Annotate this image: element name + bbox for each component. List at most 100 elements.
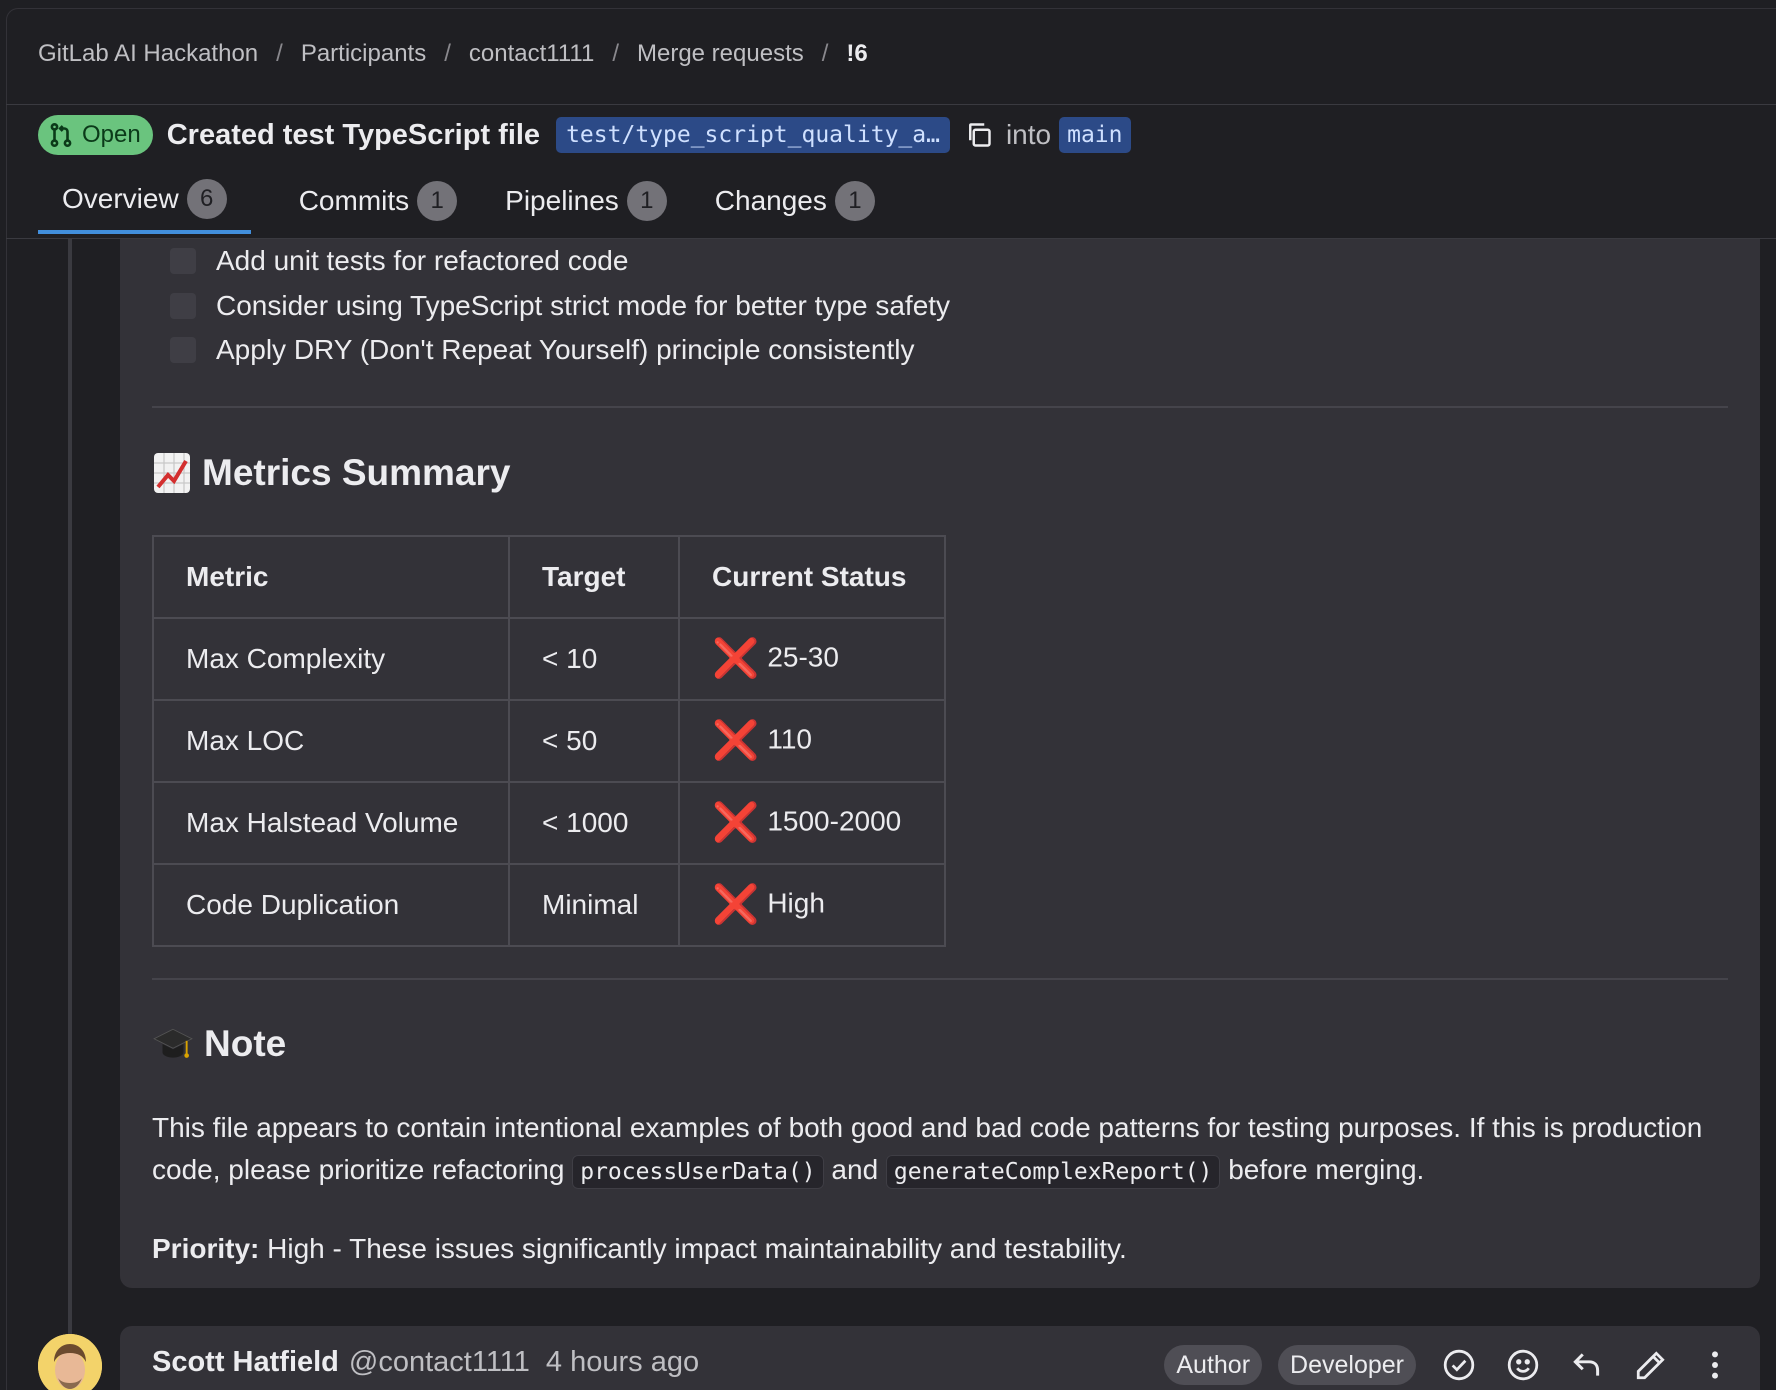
target-cell: < 1000 — [508, 781, 680, 865]
task-checkbox[interactable] — [170, 293, 196, 319]
avatar[interactable] — [38, 1334, 102, 1390]
copy-icon — [968, 123, 991, 147]
comment-author-handle[interactable]: @contact1111 — [349, 1346, 530, 1379]
breadcrumb-current-mr[interactable]: !6 — [846, 40, 867, 68]
graduation-cap-icon — [152, 1023, 194, 1065]
cross-mark-icon: ❌ — [712, 720, 760, 762]
metric-cell: Code Duplication — [152, 863, 510, 947]
into-label: into — [1005, 119, 1052, 150]
status-cell: ❌ 1500-2000 — [678, 781, 946, 865]
note-text: before merging. — [1228, 1154, 1425, 1185]
ai-review-note: Add unit tests for refactored code Consi… — [120, 239, 1760, 1288]
tab-label: Pipelines — [505, 185, 619, 216]
note-heading: Note — [152, 1023, 286, 1065]
breadcrumb-project[interactable]: contact1111 — [469, 40, 594, 68]
metrics-summary-heading: Metrics Summary — [152, 451, 510, 495]
comment-card: Scott Hatfield @contact1111 4 hours ago … — [120, 1326, 1760, 1390]
mr-tabs: Overview 6 Commits 1 Pipelines 1 Changes… — [38, 168, 899, 238]
breadcrumb: GitLab AI Hackathon / Participants / con… — [38, 40, 868, 68]
cross-mark-icon: ❌ — [712, 884, 760, 926]
metrics-summary-title: Metrics Summary — [202, 452, 511, 493]
comment-actions: Author Developer — [1148, 1344, 1736, 1386]
source-branch[interactable]: test/type_script_quality_a… — [556, 117, 950, 153]
comment-timestamp[interactable]: 4 hours ago — [546, 1346, 699, 1379]
pencil-icon — [1636, 1351, 1665, 1380]
checklist-item: Add unit tests for refactored code — [170, 245, 628, 277]
tab-count-badge: 6 — [186, 179, 227, 219]
smiley-icon — [1507, 1349, 1539, 1381]
breadcrumb-separator: / — [612, 40, 619, 67]
tab-changes[interactable]: Changes 1 — [691, 168, 899, 234]
comment-header: Scott Hatfield @contact1111 4 hours ago — [152, 1346, 699, 1379]
copy-branch-button[interactable] — [964, 120, 994, 150]
mr-title: Created test TypeScript file — [166, 118, 541, 151]
role-badge: Developer — [1278, 1345, 1416, 1385]
more-actions-button[interactable] — [1694, 1344, 1736, 1386]
table-row: Max Halstead Volume < 1000 ❌ 1500-2000 — [152, 781, 946, 865]
mr-title-row: Open Created test TypeScript file test/t… — [38, 115, 1131, 155]
kebab-menu-icon — [1712, 1351, 1718, 1379]
tab-label: Changes — [714, 185, 827, 216]
tab-count-badge: 1 — [417, 181, 458, 221]
activity-timeline-line — [68, 239, 72, 1390]
target-cell: < 10 — [508, 617, 680, 701]
priority-text: High - These issues significantly impact… — [267, 1233, 1127, 1264]
checklist-item: Apply DRY (Don't Repeat Yourself) princi… — [170, 334, 914, 366]
add-reaction-button[interactable] — [1502, 1344, 1544, 1386]
target-cell: Minimal — [508, 863, 680, 947]
breadcrumb-separator: / — [276, 40, 283, 67]
target-branch[interactable]: main — [1059, 117, 1131, 153]
breadcrumb-separator: / — [444, 40, 451, 67]
cross-mark-icon: ❌ — [712, 638, 760, 680]
header-divider — [6, 104, 1776, 105]
tab-label: Overview — [62, 183, 179, 214]
status-cell: ❌ High — [678, 863, 946, 947]
priority-paragraph: Priority: High - These issues significan… — [152, 1228, 1728, 1270]
mr-status-label: Open — [82, 121, 141, 148]
breadcrumb-group[interactable]: GitLab AI Hackathon — [38, 40, 258, 68]
tab-overview[interactable]: Overview 6 — [38, 168, 251, 234]
tab-commits[interactable]: Commits 1 — [275, 168, 481, 234]
user-avatar-image — [38, 1334, 102, 1390]
column-header-metric: Metric — [152, 535, 510, 619]
checklist-item: Consider using TypeScript strict mode fo… — [170, 290, 950, 322]
breadcrumb-separator: / — [821, 40, 829, 67]
task-checkbox[interactable] — [170, 337, 196, 363]
section-divider — [152, 978, 1728, 980]
mr-status-badge: Open — [38, 115, 153, 155]
breadcrumb-merge-requests[interactable]: Merge requests — [637, 40, 804, 68]
checklist-item-label: Add unit tests for refactored code — [216, 245, 629, 276]
tab-count-badge: 1 — [626, 181, 667, 221]
table-row: Code Duplication Minimal ❌ High — [152, 863, 946, 947]
target-cell: < 50 — [508, 699, 680, 783]
comment-author-name[interactable]: Scott Hatfield — [152, 1346, 339, 1379]
note-text: and — [831, 1154, 879, 1185]
status-value: 25-30 — [767, 641, 839, 673]
tab-pipelines[interactable]: Pipelines 1 — [481, 168, 691, 234]
task-checkbox[interactable] — [170, 248, 196, 274]
resolve-thread-button[interactable] — [1438, 1344, 1480, 1386]
metric-cell: Max Halstead Volume — [152, 781, 510, 865]
status-cell: ❌ 25-30 — [678, 617, 946, 701]
status-cell: ❌ 110 — [678, 699, 946, 783]
reply-button[interactable] — [1566, 1344, 1608, 1386]
priority-label: Priority: — [152, 1233, 260, 1264]
metrics-table: Metric Target Current Status Max Complex… — [152, 535, 946, 947]
edit-comment-button[interactable] — [1630, 1344, 1672, 1386]
note-title: Note — [204, 1023, 287, 1064]
checklist-item-label: Apply DRY (Don't Repeat Yourself) princi… — [216, 334, 915, 365]
column-header-target: Target — [508, 535, 680, 619]
section-divider — [152, 406, 1728, 408]
code-snippet: processUserData() — [572, 1155, 824, 1189]
cross-mark-icon: ❌ — [712, 802, 760, 844]
merge-request-icon — [50, 122, 72, 148]
status-value: 1500-2000 — [767, 805, 902, 837]
breadcrumb-subgroup[interactable]: Participants — [301, 40, 426, 68]
reply-icon — [1573, 1353, 1600, 1376]
metric-cell: Max LOC — [152, 699, 510, 783]
note-paragraph: This file appears to contain intentional… — [152, 1107, 1728, 1193]
table-header-row: Metric Target Current Status — [152, 535, 946, 619]
column-header-status: Current Status — [678, 535, 946, 619]
tab-count-badge: 1 — [834, 181, 875, 221]
checklist-item-label: Consider using TypeScript strict mode fo… — [216, 290, 951, 321]
